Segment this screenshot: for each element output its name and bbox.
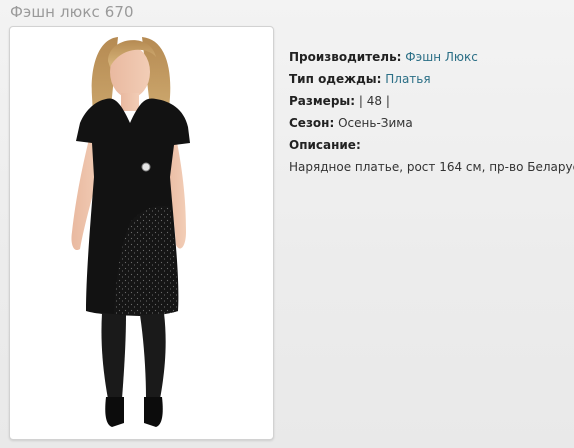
- description-label: Описание:: [289, 138, 361, 152]
- sizes-value: | 48 |: [358, 94, 390, 108]
- season-value: Осень-Зима: [338, 116, 413, 130]
- page-title: Фэшн люкс 670: [10, 3, 134, 21]
- manufacturer-link[interactable]: Фэшн Люкс: [405, 50, 478, 64]
- sizes-label: Размеры:: [289, 94, 356, 108]
- clothing-type-row: Тип одежды: Платья: [289, 70, 574, 92]
- description-label-row: Описание:: [289, 136, 574, 158]
- description-text: Нарядное платье, рост 164 см, пр-во Бела…: [289, 160, 574, 174]
- product-details: Производитель: Фэшн Люкс Тип одежды: Пла…: [289, 48, 574, 180]
- season-row: Сезон: Осень-Зима: [289, 114, 574, 136]
- product-photo[interactable]: [9, 26, 274, 440]
- dress-photo-icon: [71, 37, 190, 427]
- clothing-type-link[interactable]: Платья: [385, 72, 430, 86]
- season-label: Сезон:: [289, 116, 335, 130]
- manufacturer-row: Производитель: Фэшн Люкс: [289, 48, 574, 70]
- sizes-row: Размеры: | 48 |: [289, 92, 574, 114]
- clothing-type-label: Тип одежды:: [289, 72, 382, 86]
- manufacturer-label: Производитель:: [289, 50, 402, 64]
